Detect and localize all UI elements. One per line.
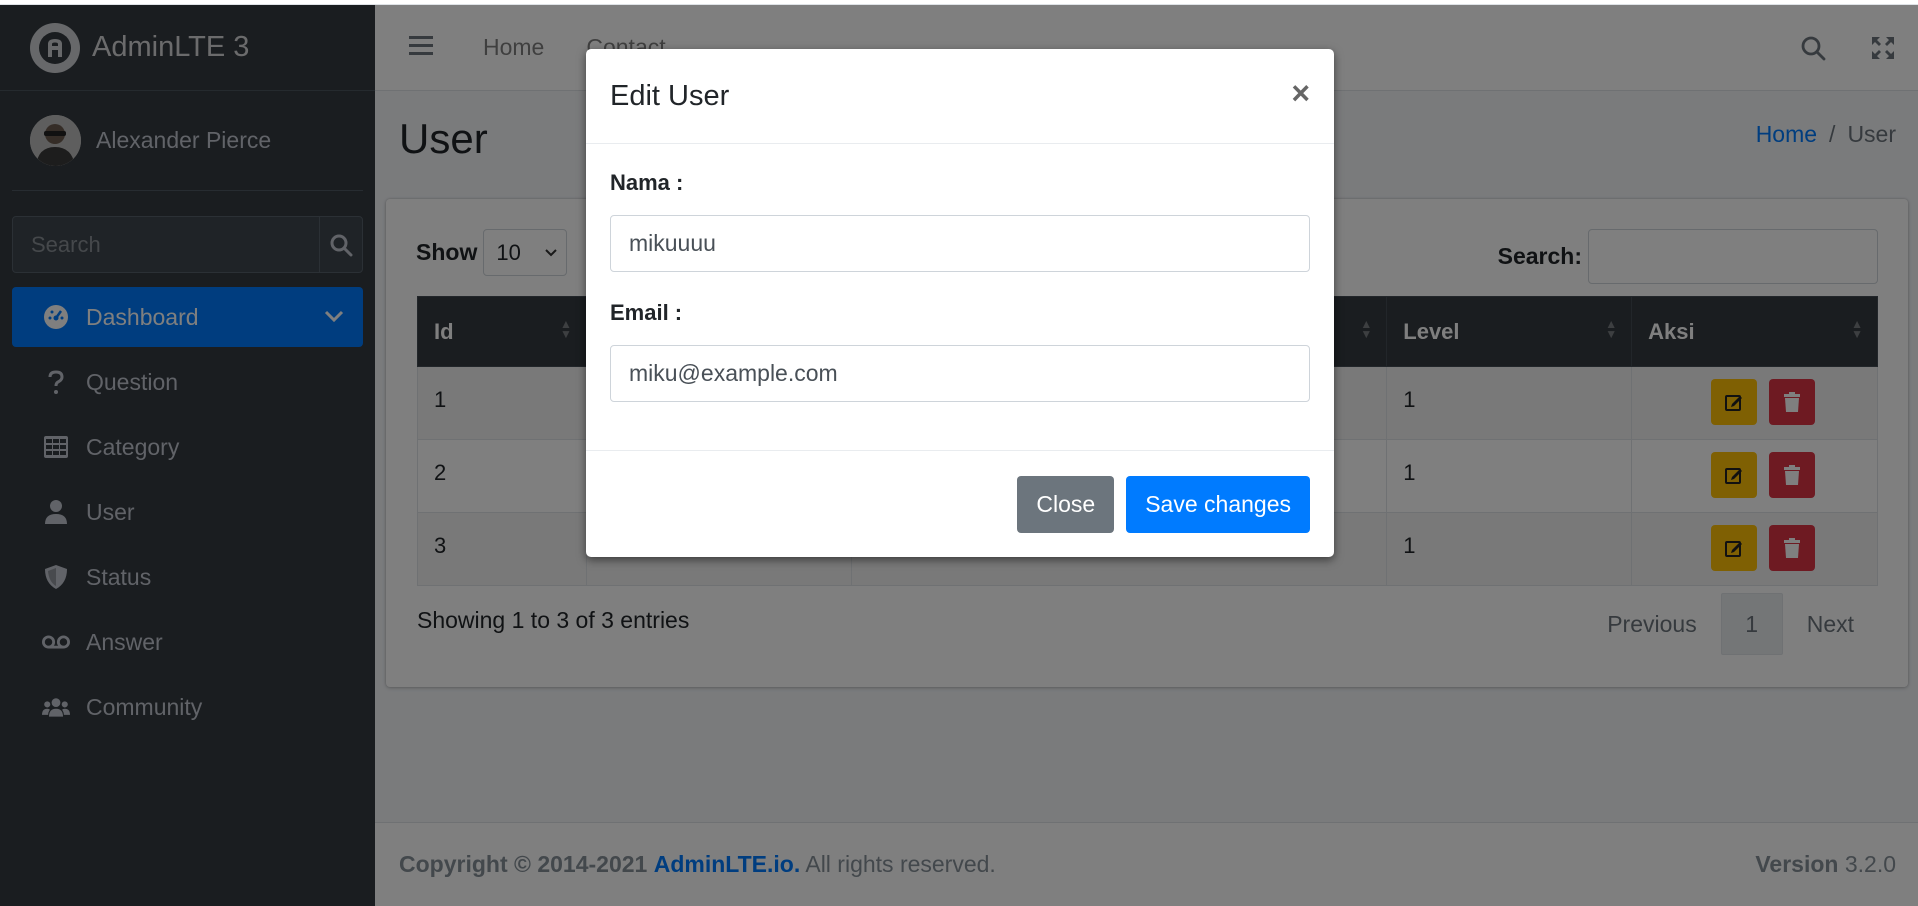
modal-footer: Close Save changes: [1017, 476, 1310, 533]
nama-field[interactable]: [610, 215, 1310, 272]
modal-header: Edit User ×: [586, 49, 1334, 144]
edit-user-modal: Edit User × Nama : Email : Close Save ch…: [586, 49, 1334, 557]
close-icon[interactable]: ×: [1291, 77, 1310, 109]
email-label: Email :: [610, 300, 683, 325]
close-button[interactable]: Close: [1017, 476, 1115, 533]
modal-title: Edit User: [610, 79, 730, 112]
modal-body: Nama : Email :: [586, 144, 1334, 451]
nama-label: Nama :: [610, 170, 684, 195]
save-changes-button[interactable]: Save changes: [1126, 476, 1310, 533]
email-field[interactable]: [610, 345, 1310, 402]
window-top-border: [0, 0, 1918, 5]
